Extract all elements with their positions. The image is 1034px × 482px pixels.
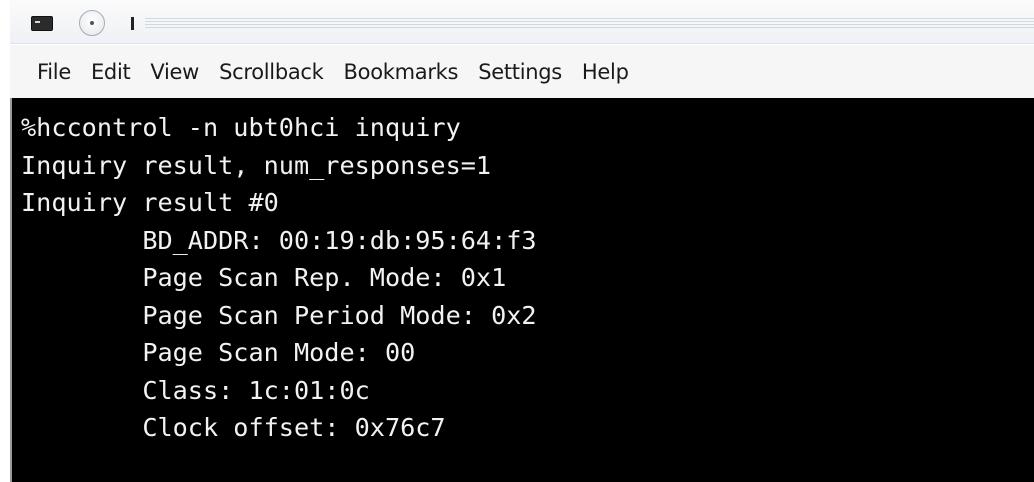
terminal-line: Inquiry result #0: [21, 188, 279, 217]
terminal-line-command: %hccontrol -n ubt0hci inquiry: [21, 113, 461, 142]
title-bar-grip-lines[interactable]: [145, 18, 1034, 30]
menu-view[interactable]: View: [150, 60, 199, 84]
terminal-line: BD_ADDR: 00:19:db:95:64:f3: [21, 225, 537, 255]
terminal-line: Page Scan Mode: 00: [21, 338, 416, 367]
terminal-line: Inquiry result, num_responses=1: [21, 150, 492, 180]
terminal-line: Clock offset: 0x76c7: [21, 413, 446, 442]
title-bar[interactable]: [10, 0, 1034, 44]
menu-settings[interactable]: Settings: [478, 60, 562, 84]
terminal-app-icon[interactable]: [31, 16, 53, 31]
terminal-output[interactable]: %hccontrol -n ubt0hci inquiry Inquiry re…: [10, 98, 1034, 482]
title-text-cursor: [131, 17, 134, 30]
menu-scrollback[interactable]: Scrollback: [219, 60, 324, 84]
on-all-desktops-button[interactable]: [79, 10, 105, 36]
terminal-line: Class: 1c:01:0c: [21, 375, 370, 405]
menu-edit[interactable]: Edit: [91, 60, 131, 84]
menu-help[interactable]: Help: [582, 60, 629, 84]
menu-file[interactable]: File: [37, 60, 71, 84]
menu-bookmarks[interactable]: Bookmarks: [344, 60, 459, 84]
menu-bar: File Edit View Scrollback Bookmarks Sett…: [10, 45, 1034, 98]
terminal-line: Page Scan Rep. Mode: 0x1: [21, 263, 507, 292]
terminal-line: Page Scan Period Mode: 0x2: [21, 300, 537, 330]
